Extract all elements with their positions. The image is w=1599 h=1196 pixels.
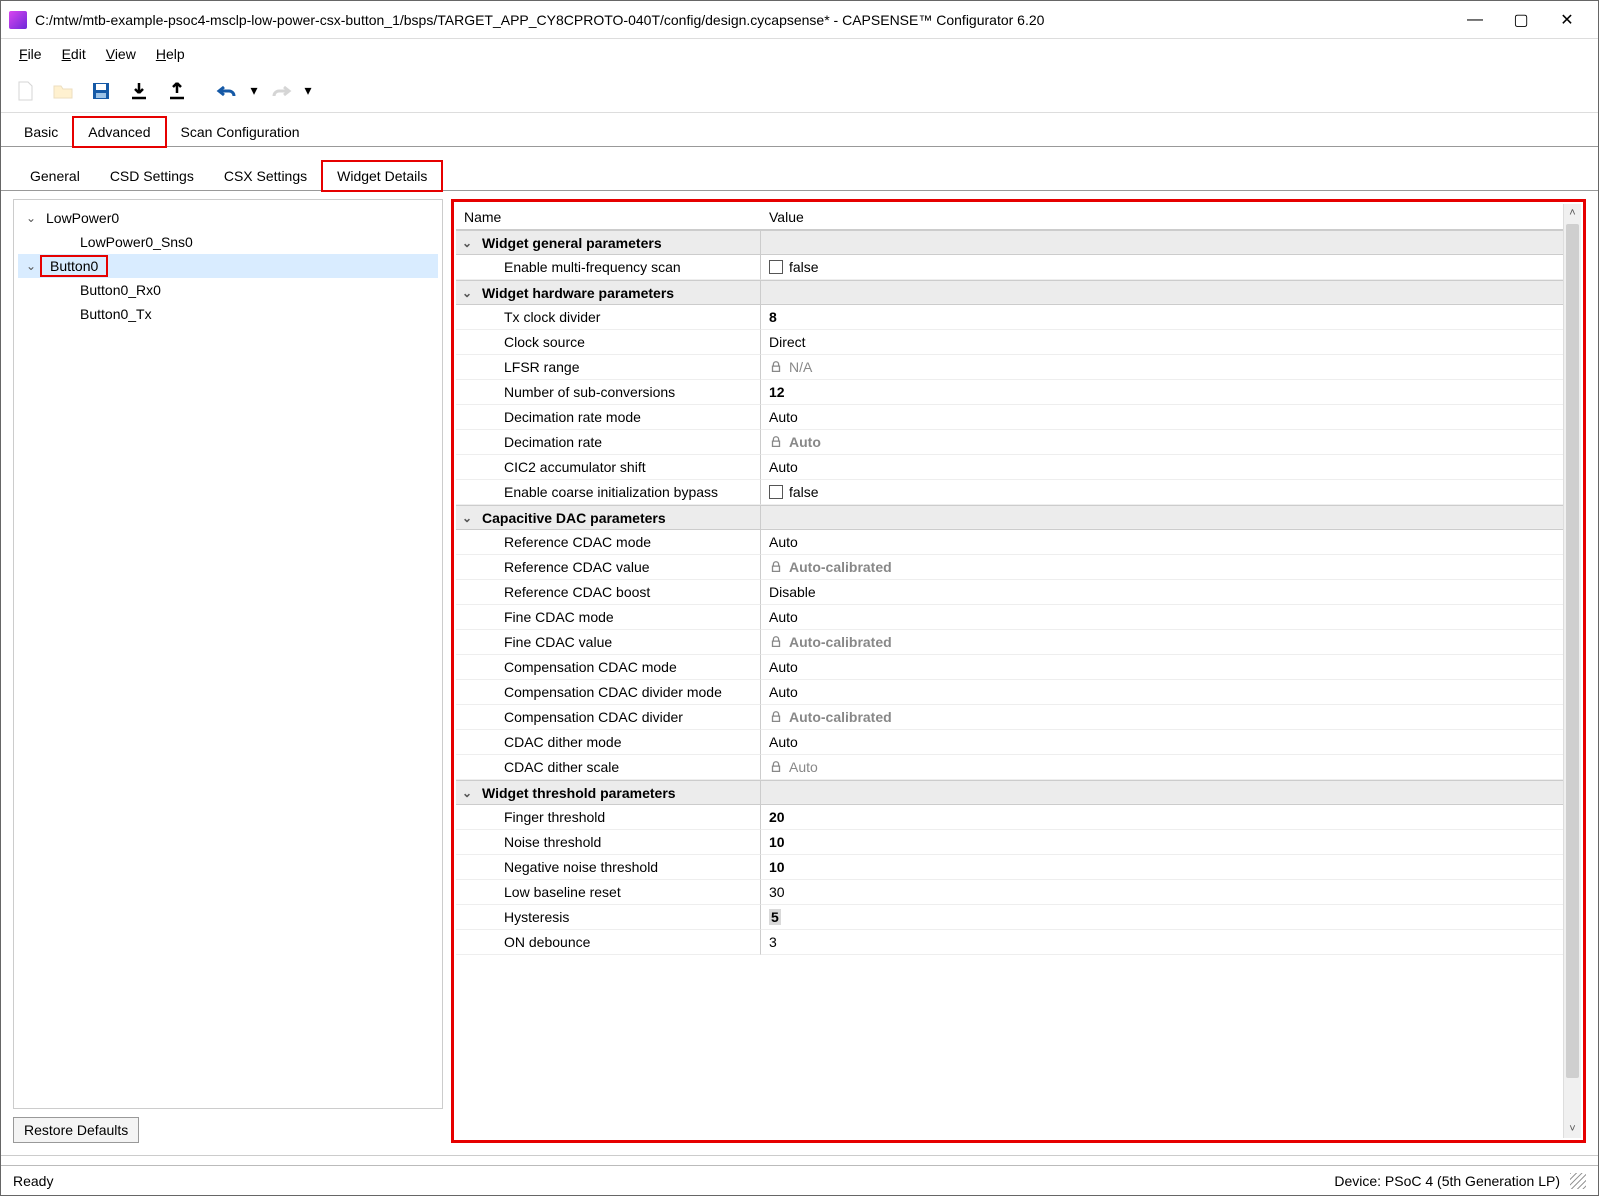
scroll-up-icon[interactable]: ˄ (1569, 204, 1575, 222)
save-icon[interactable] (83, 73, 119, 109)
content-area: ⌄LowPower0 ·LowPower0_Sns0 ⌄Button0 ·But… (1, 191, 1598, 1151)
param-noise-threshold[interactable]: Noise threshold10 (456, 830, 1563, 855)
param-fine-cdac-value[interactable]: Fine CDAC valueAuto-calibrated (456, 630, 1563, 655)
param-coarse-init-bypass[interactable]: Enable coarse initialization bypassfalse (456, 480, 1563, 505)
property-grid-body: ⌄Widget general parameters Enable multi-… (456, 230, 1563, 1138)
subtab-csd-settings[interactable]: CSD Settings (95, 161, 209, 191)
param-low-baseline-reset[interactable]: Low baseline reset30 (456, 880, 1563, 905)
section-widget-general[interactable]: ⌄Widget general parameters (456, 230, 1563, 255)
param-on-debounce[interactable]: ON debounce3 (456, 930, 1563, 955)
window-title: C:/mtw/mtb-example-psoc4-msclp-low-power… (35, 12, 1452, 28)
param-clock-source[interactable]: Clock sourceDirect (456, 330, 1563, 355)
new-file-icon[interactable] (7, 73, 43, 109)
menu-help[interactable]: Help (146, 42, 195, 66)
resize-grip-icon[interactable] (1570, 1173, 1586, 1189)
section-capacitive-dac[interactable]: ⌄Capacitive DAC parameters (456, 505, 1563, 530)
param-multi-frequency[interactable]: Enable multi-frequency scanfalse (456, 255, 1563, 280)
param-finger-threshold[interactable]: Finger threshold20 (456, 805, 1563, 830)
undo-dropdown-icon[interactable]: ▾ (247, 73, 261, 109)
close-button[interactable]: ✕ (1544, 5, 1590, 35)
lock-icon (769, 360, 783, 374)
undo-icon[interactable] (209, 73, 245, 109)
checkbox-icon[interactable] (769, 485, 783, 499)
tree-node-lowpower0[interactable]: ⌄LowPower0 (18, 206, 438, 230)
tree-node-button0[interactable]: ⌄Button0 (18, 254, 438, 278)
param-lfsr-range[interactable]: LFSR rangeN/A (456, 355, 1563, 380)
section-widget-hardware[interactable]: ⌄Widget hardware parameters (456, 280, 1563, 305)
tab-advanced[interactable]: Advanced (73, 117, 165, 147)
param-comp-cdac-mode[interactable]: Compensation CDAC modeAuto (456, 655, 1563, 680)
main-tabs: Basic Advanced Scan Configuration (1, 113, 1598, 147)
separator (1, 1155, 1598, 1165)
open-file-icon[interactable] (45, 73, 81, 109)
subtab-general[interactable]: General (15, 161, 95, 191)
maximize-button[interactable]: ▢ (1498, 5, 1544, 35)
param-negative-noise-threshold[interactable]: Negative noise threshold10 (456, 855, 1563, 880)
app-icon (9, 11, 27, 29)
tree-node-button0-rx0[interactable]: ·Button0_Rx0 (18, 278, 438, 302)
param-ref-cdac-mode[interactable]: Reference CDAC modeAuto (456, 530, 1563, 555)
lock-icon (769, 635, 783, 649)
column-header-value[interactable]: Value (761, 209, 1581, 225)
toolbar: ▾ ▾ (1, 69, 1598, 113)
redo-icon[interactable] (263, 73, 299, 109)
lock-icon (769, 710, 783, 724)
status-text: Ready (13, 1173, 53, 1189)
import-icon[interactable] (121, 73, 157, 109)
param-decimation-mode[interactable]: Decimation rate modeAuto (456, 405, 1563, 430)
param-cic2-shift[interactable]: CIC2 accumulator shiftAuto (456, 455, 1563, 480)
widget-tree[interactable]: ⌄LowPower0 ·LowPower0_Sns0 ⌄Button0 ·But… (13, 199, 443, 1109)
tree-node-button0-tx[interactable]: ·Button0_Tx (18, 302, 438, 326)
scroll-down-icon[interactable]: ˅ (1569, 1120, 1575, 1138)
redo-dropdown-icon[interactable]: ▾ (301, 73, 315, 109)
menu-edit[interactable]: Edit (52, 42, 96, 66)
device-label: Device: PSoC 4 (5th Generation LP) (1334, 1173, 1560, 1189)
param-comp-cdac-div-mode[interactable]: Compensation CDAC divider modeAuto (456, 680, 1563, 705)
param-cdac-dither-mode[interactable]: CDAC dither modeAuto (456, 730, 1563, 755)
param-fine-cdac-mode[interactable]: Fine CDAC modeAuto (456, 605, 1563, 630)
param-sub-conversions[interactable]: Number of sub-conversions12 (456, 380, 1563, 405)
scrollbar-thumb[interactable] (1566, 224, 1579, 1078)
param-comp-cdac-divider[interactable]: Compensation CDAC dividerAuto-calibrated (456, 705, 1563, 730)
tab-basic[interactable]: Basic (9, 117, 73, 147)
tab-scan-configuration[interactable]: Scan Configuration (166, 117, 315, 147)
lock-icon (769, 435, 783, 449)
minimize-button[interactable]: — (1452, 5, 1498, 35)
property-grid-header: Name Value (456, 204, 1581, 230)
tree-node-lowpower0-sns0[interactable]: ·LowPower0_Sns0 (18, 230, 438, 254)
param-cdac-dither-scale[interactable]: CDAC dither scaleAuto (456, 755, 1563, 780)
menubar: File Edit View Help (1, 39, 1598, 69)
export-icon[interactable] (159, 73, 195, 109)
menu-view[interactable]: View (96, 42, 146, 66)
subtab-widget-details[interactable]: Widget Details (322, 161, 442, 191)
section-widget-threshold[interactable]: ⌄Widget threshold parameters (456, 780, 1563, 805)
param-ref-cdac-value[interactable]: Reference CDAC valueAuto-calibrated (456, 555, 1563, 580)
param-ref-cdac-boost[interactable]: Reference CDAC boostDisable (456, 580, 1563, 605)
vertical-scrollbar[interactable]: ˄ ˅ (1563, 204, 1581, 1138)
statusbar: Ready Device: PSoC 4 (5th Generation LP) (1, 1165, 1598, 1195)
column-header-name[interactable]: Name (456, 209, 761, 225)
menu-file[interactable]: File (9, 42, 52, 66)
lock-icon (769, 560, 783, 574)
checkbox-icon[interactable] (769, 260, 783, 274)
titlebar: C:/mtw/mtb-example-psoc4-msclp-low-power… (1, 1, 1598, 39)
param-hysteresis[interactable]: Hysteresis5 (456, 905, 1563, 930)
lock-icon (769, 760, 783, 774)
sub-tabs: General CSD Settings CSX Settings Widget… (1, 157, 1598, 191)
restore-defaults-button[interactable]: Restore Defaults (13, 1117, 139, 1143)
property-grid-panel: Name Value ⌄Widget general parameters En… (451, 199, 1586, 1143)
param-decimation-rate[interactable]: Decimation rateAuto (456, 430, 1563, 455)
param-tx-clock-divider[interactable]: Tx clock divider8 (456, 305, 1563, 330)
subtab-csx-settings[interactable]: CSX Settings (209, 161, 322, 191)
